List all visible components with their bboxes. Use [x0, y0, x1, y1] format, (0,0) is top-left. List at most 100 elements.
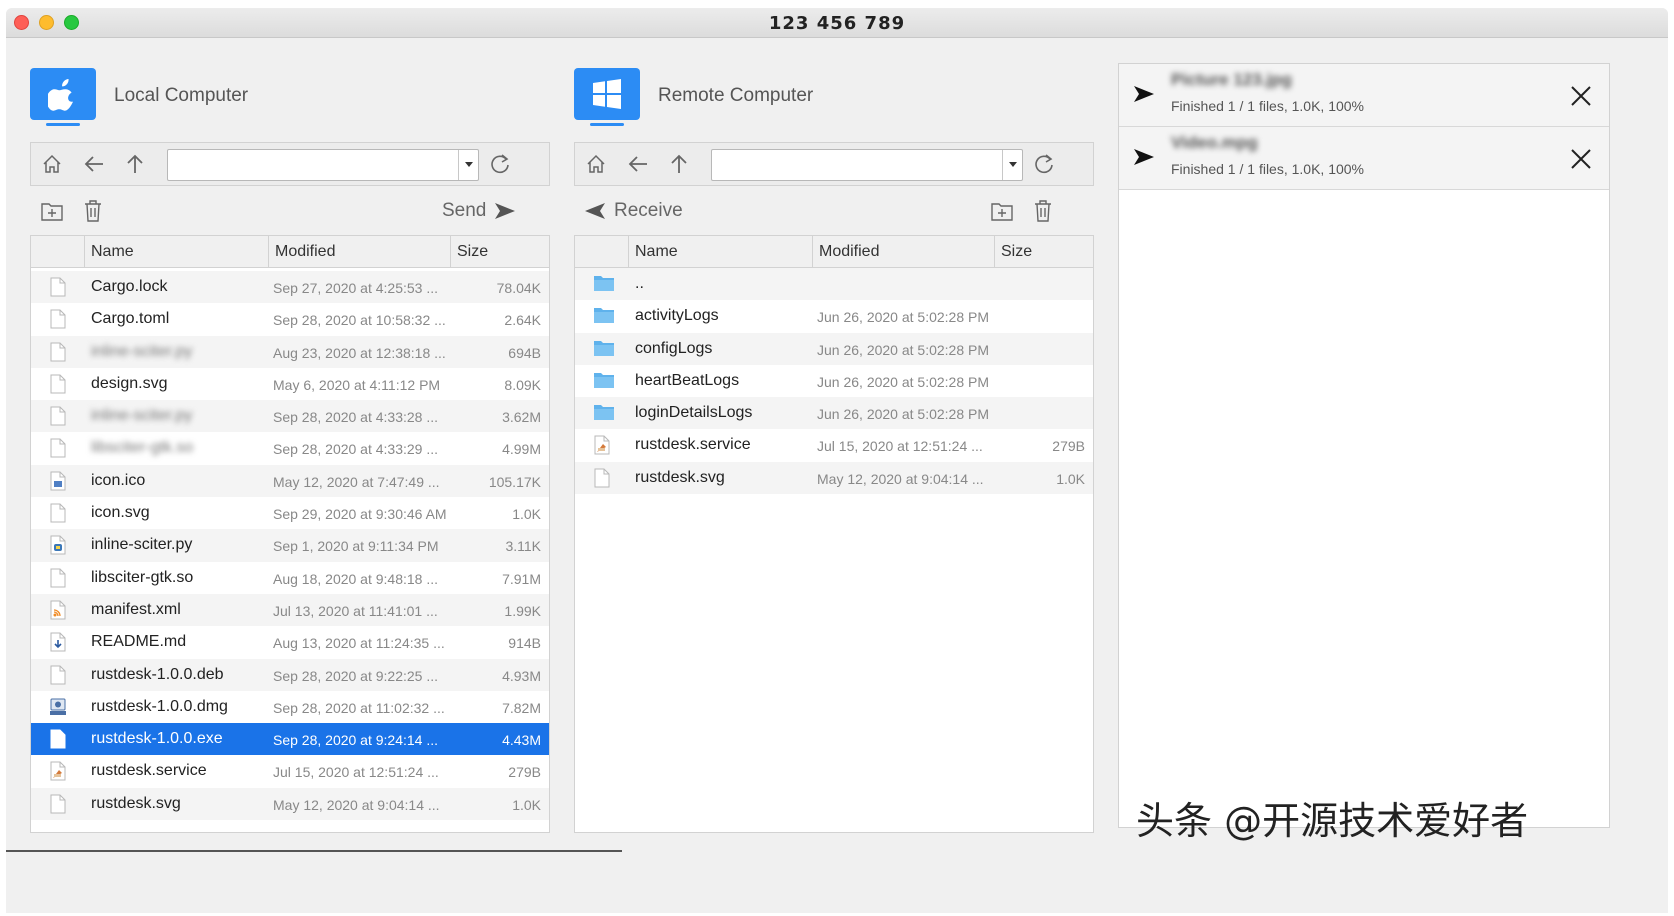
file-row[interactable]: README.md Aug 13, 2020 at 11:24:35 ... 914…	[31, 626, 549, 658]
close-icon[interactable]	[1567, 145, 1595, 173]
refresh-icon[interactable]	[487, 151, 513, 177]
file-icon	[49, 503, 67, 523]
divider	[6, 850, 622, 852]
file-row[interactable]: Cargo.lock Sep 27, 2020 at 4:25:53 ... 78.…	[31, 271, 549, 304]
file-size: 3.11K	[505, 538, 541, 555]
receive-arrow-icon	[585, 203, 605, 219]
file-row[interactable]: libsciter-gtk.so Aug 18, 2020 at 9:48:18 …	[31, 562, 549, 594]
file-row[interactable]: libsciter-gtk.so Sep 28, 2020 at 4:33:29 …	[31, 432, 549, 464]
file-row[interactable]: icon.svg Sep 29, 2020 at 9:30:46 AM 1.0K	[31, 497, 549, 529]
file-modified: May 12, 2020 at 9:04:14 ...	[817, 470, 984, 487]
receive-label: Receive	[614, 200, 683, 221]
folder-icon	[593, 403, 614, 423]
receive-button[interactable]: Receive	[584, 197, 683, 225]
file-modified: Jul 15, 2020 at 12:51:24 ...	[817, 438, 983, 455]
file-icon	[593, 468, 611, 488]
trash-icon[interactable]	[82, 197, 104, 225]
send-arrow-icon	[495, 203, 516, 219]
file-row[interactable]: inline-sciter.py Aug 23, 2020 at 12:38:18…	[31, 335, 549, 368]
script-file-icon	[593, 435, 611, 455]
file-row[interactable]: Cargo.toml Sep 28, 2020 at 10:58:32 ... 2.…	[31, 303, 549, 335]
file-row[interactable]: loginDetailsLogs Jun 26, 2020 at 5:02:28 …	[575, 397, 1093, 430]
file-size: 1.0K	[512, 506, 541, 523]
column-size[interactable]: Size	[450, 236, 549, 268]
file-modified: Aug 23, 2020 at 12:38:18 ...	[273, 344, 446, 361]
local-path-input[interactable]	[168, 150, 458, 180]
file-size: 4.93M	[502, 667, 541, 684]
column-name[interactable]: Name	[628, 236, 812, 268]
file-row[interactable]: activityLogs Jun 26, 2020 at 5:02:28 PM	[575, 300, 1093, 332]
back-arrow-icon[interactable]	[81, 151, 107, 177]
refresh-icon[interactable]	[1031, 151, 1057, 177]
home-icon[interactable]	[583, 151, 609, 177]
send-button[interactable]: Send	[442, 197, 516, 225]
rss-file-icon	[49, 600, 67, 620]
file-size: 4.99M	[502, 441, 541, 458]
file-row[interactable]: manifest.xml Jul 13, 2020 at 11:41:01 ...…	[31, 593, 549, 627]
remote-file-table: Name Modified Size .. activityLogs Jun 26,…	[574, 235, 1094, 833]
file-row[interactable]: inline-sciter.py Sep 28, 2020 at 4:33:28 …	[31, 400, 549, 433]
column-name[interactable]: Name	[84, 236, 268, 268]
back-arrow-icon[interactable]	[625, 151, 651, 177]
file-size: 1.0K	[1056, 470, 1085, 487]
file-row[interactable]: rustdesk.service Jul 15, 2020 at 12:51:24…	[575, 429, 1093, 461]
remote-path-input[interactable]	[712, 150, 1002, 180]
file-name: loginDetailsLogs	[635, 404, 753, 422]
file-row[interactable]: rustdesk.svg May 12, 2020 at 9:04:14 ... 1…	[575, 461, 1093, 495]
local-table-header: Name Modified Size	[31, 236, 549, 268]
file-row[interactable]: rustdesk.service Jul 15, 2020 at 12:51:24…	[31, 755, 549, 787]
file-row[interactable]: icon.ico May 12, 2020 at 7:47:49 ... 105.1…	[31, 464, 549, 498]
file-modified: May 6, 2020 at 4:11:12 PM	[273, 376, 441, 393]
local-path-combobox[interactable]	[167, 149, 479, 181]
file-size: 1.0K	[512, 796, 541, 813]
script-file-icon	[49, 761, 67, 781]
file-modified: Aug 13, 2020 at 11:24:35 ...	[273, 635, 445, 652]
chevron-down-icon[interactable]	[1002, 150, 1022, 180]
file-modified: Sep 29, 2020 at 9:30:46 AM	[273, 506, 447, 523]
new-folder-icon[interactable]	[40, 197, 64, 225]
up-arrow-icon[interactable]	[666, 151, 692, 177]
disk-image-icon	[49, 697, 67, 717]
title-bar: 123 456 789	[6, 8, 1668, 38]
column-modified[interactable]: Modified	[268, 236, 450, 268]
file-size: 279B	[1052, 438, 1085, 455]
file-row[interactable]: rustdesk.svg May 12, 2020 at 9:04:14 ... 1…	[31, 787, 549, 821]
file-size: 3.62M	[502, 409, 541, 426]
transfer-job: Video.mpg Finished 1 / 1 files, 1.0K, 10…	[1119, 127, 1609, 190]
file-name: rustdesk.service	[91, 762, 207, 780]
folder-icon	[593, 274, 614, 294]
file-name: activityLogs	[635, 307, 719, 325]
file-row[interactable]: inline-sciter.py Sep 1, 2020 at 9:11:34 P…	[31, 529, 549, 562]
job-file-name: Video.mpg	[1171, 133, 1258, 152]
column-size[interactable]: Size	[994, 236, 1093, 268]
new-folder-icon[interactable]	[990, 197, 1014, 225]
file-row[interactable]: rustdesk-1.0.0.deb Sep 28, 2020 at 9:22:2…	[31, 658, 549, 691]
file-icon	[49, 406, 67, 426]
file-row[interactable]: rustdesk-1.0.0.exe Sep 28, 2020 at 9:24:1…	[31, 723, 549, 756]
home-icon[interactable]	[39, 151, 65, 177]
trash-icon[interactable]	[1032, 197, 1054, 225]
close-icon[interactable]	[1567, 82, 1595, 110]
file-size: 105.17K	[488, 473, 541, 490]
file-row[interactable]: ..	[575, 268, 1093, 301]
remote-path-combobox[interactable]	[711, 149, 1023, 181]
file-icon	[49, 309, 67, 329]
file-row[interactable]: rustdesk-1.0.0.dmg Sep 28, 2020 at 11:02:…	[31, 691, 549, 723]
file-modified: Jun 26, 2020 at 5:02:28 PM	[817, 406, 990, 423]
file-modified: Jul 13, 2020 at 11:41:01 ...	[273, 602, 438, 619]
chevron-down-icon[interactable]	[458, 150, 478, 180]
file-size: 7.82M	[502, 699, 541, 716]
file-name: icon.ico	[91, 471, 146, 489]
column-modified[interactable]: Modified	[812, 236, 994, 268]
file-modified: Jun 26, 2020 at 5:02:28 PM	[817, 373, 990, 390]
file-row[interactable]: heartBeatLogs Jun 26, 2020 at 5:02:28 PM	[575, 365, 1093, 397]
file-modified: Sep 28, 2020 at 9:24:14 ...	[273, 732, 439, 749]
job-status: Finished 1 / 1 files, 1.0K, 100%	[1171, 161, 1364, 177]
up-arrow-icon[interactable]	[122, 151, 148, 177]
file-name: inline-sciter.py	[91, 407, 193, 425]
local-title: Local Computer	[114, 85, 249, 106]
file-row[interactable]: configLogs Jun 26, 2020 at 5:02:28 PM	[575, 332, 1093, 365]
file-row[interactable]: design.svg May 6, 2020 at 4:11:12 PM 8.09K	[31, 368, 549, 400]
local-actions: Send	[30, 193, 550, 229]
file-name: rustdesk-1.0.0.exe	[91, 730, 223, 748]
